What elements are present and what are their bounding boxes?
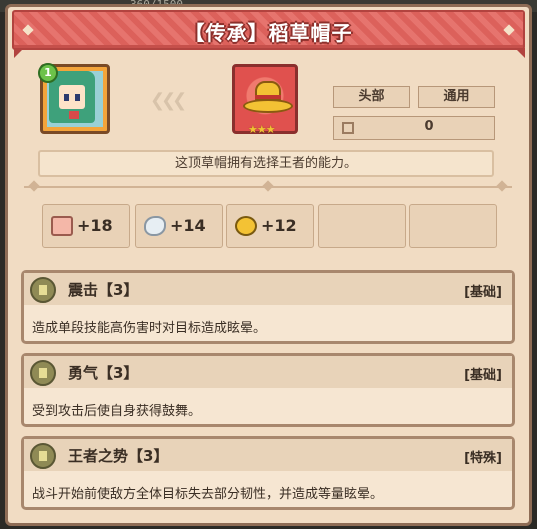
- alarm-clock-icon: [235, 216, 257, 236]
- stat-slot-attack: +18: [42, 204, 130, 248]
- skill-stun-icon: [30, 277, 56, 303]
- title-banner: 【传承】稻草帽子: [12, 10, 525, 50]
- skill-description: 受到攻击后使自身获得鼓舞。: [32, 404, 202, 419]
- stat-slot-empty: [409, 204, 497, 248]
- weight-icon: [342, 122, 354, 134]
- weight-field: 0: [333, 116, 495, 140]
- slot-tag: 头部: [333, 86, 410, 108]
- skill-type-tag: [特殊]: [464, 451, 502, 466]
- stat-slot-speed: +12: [226, 204, 314, 248]
- stat-value: +12: [261, 216, 297, 235]
- stat-slot-defense: +14: [135, 204, 223, 248]
- hat-brim: [243, 99, 293, 113]
- stat-slot-empty: [318, 204, 406, 248]
- skill-description: 造成单段技能高伤害时对目标造成眩晕。: [32, 321, 267, 336]
- equip-arrows-icon: ❮❮❮: [150, 90, 187, 111]
- skill-courage-icon: [30, 360, 56, 386]
- weight-value: 0: [424, 119, 434, 134]
- item-description: 这顶草帽拥有选择王者的能力。: [38, 150, 494, 177]
- banner-tail-right: [515, 48, 525, 58]
- stat-value: +14: [170, 216, 206, 235]
- skill-name: 勇气【3】: [68, 364, 139, 382]
- banner-tail-left: [14, 48, 24, 58]
- skill-card[interactable]: 勇气【3】 [基础] 受到攻击后使自身获得鼓舞。: [21, 353, 515, 427]
- skill-crown-icon: [30, 443, 56, 469]
- skill-card[interactable]: 震击【3】 [基础] 造成单段技能高伤害时对目标造成眩晕。: [21, 270, 515, 344]
- skill-type-tag: [基础]: [464, 368, 502, 383]
- stone-icon: [144, 216, 166, 236]
- skill-description: 战斗开始前使敌方全体目标失去部分韧性，并造成等量眩晕。: [32, 487, 384, 502]
- skill-name: 震击【3】: [68, 281, 139, 299]
- skill-card[interactable]: 王者之势【3】 [特殊] 战斗开始前使敌方全体目标失去部分韧性，并造成等量眩晕。: [21, 436, 515, 510]
- skill-type-tag: [基础]: [464, 285, 502, 300]
- stat-value: +18: [77, 216, 113, 235]
- skill-name: 王者之势【3】: [68, 447, 169, 465]
- hat-band: [255, 95, 281, 99]
- character-level-badge: 1: [38, 63, 58, 83]
- item-title: 【传承】稻草帽子: [184, 21, 353, 45]
- fist-icon: [51, 216, 73, 236]
- item-rarity-stars: ★★★: [248, 123, 276, 136]
- category-tag: 通用: [418, 86, 495, 108]
